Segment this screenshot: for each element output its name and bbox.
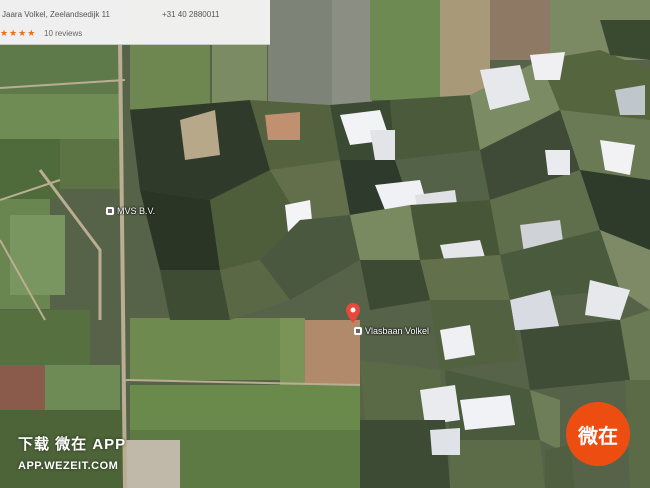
place-address: Jaara Volkel, Zeelandsedijk 11	[2, 10, 110, 19]
reviews-link[interactable]: 10 reviews	[44, 29, 82, 38]
app-watermark: 下载 微在 APP APP.WEZEIT.COM	[18, 433, 126, 472]
watermark-title: 下载 微在 APP	[18, 436, 127, 453]
place-phone[interactable]: +31 40 2880011	[162, 10, 219, 19]
business-icon	[354, 327, 362, 335]
place-info-card[interactable]: Jaara Volkel, Zeelandsedijk 11 +31 40 28…	[0, 0, 270, 45]
map-label-business-2[interactable]: Vlasbaan Volkel	[354, 326, 429, 336]
map-label-text: Vlasbaan Volkel	[365, 326, 430, 336]
business-icon	[106, 207, 114, 215]
watermark-url: APP.WEZEIT.COM	[18, 460, 119, 472]
map-label-text: MVS B.V.	[117, 206, 156, 216]
satellite-map[interactable]	[0, 0, 650, 488]
location-pin-icon[interactable]	[346, 303, 360, 323]
map-label-business-1[interactable]: MVS B.V.	[106, 206, 155, 216]
app-logo-badge: 微在	[566, 402, 630, 466]
rating-stars-icon: ★★★★	[0, 28, 37, 38]
